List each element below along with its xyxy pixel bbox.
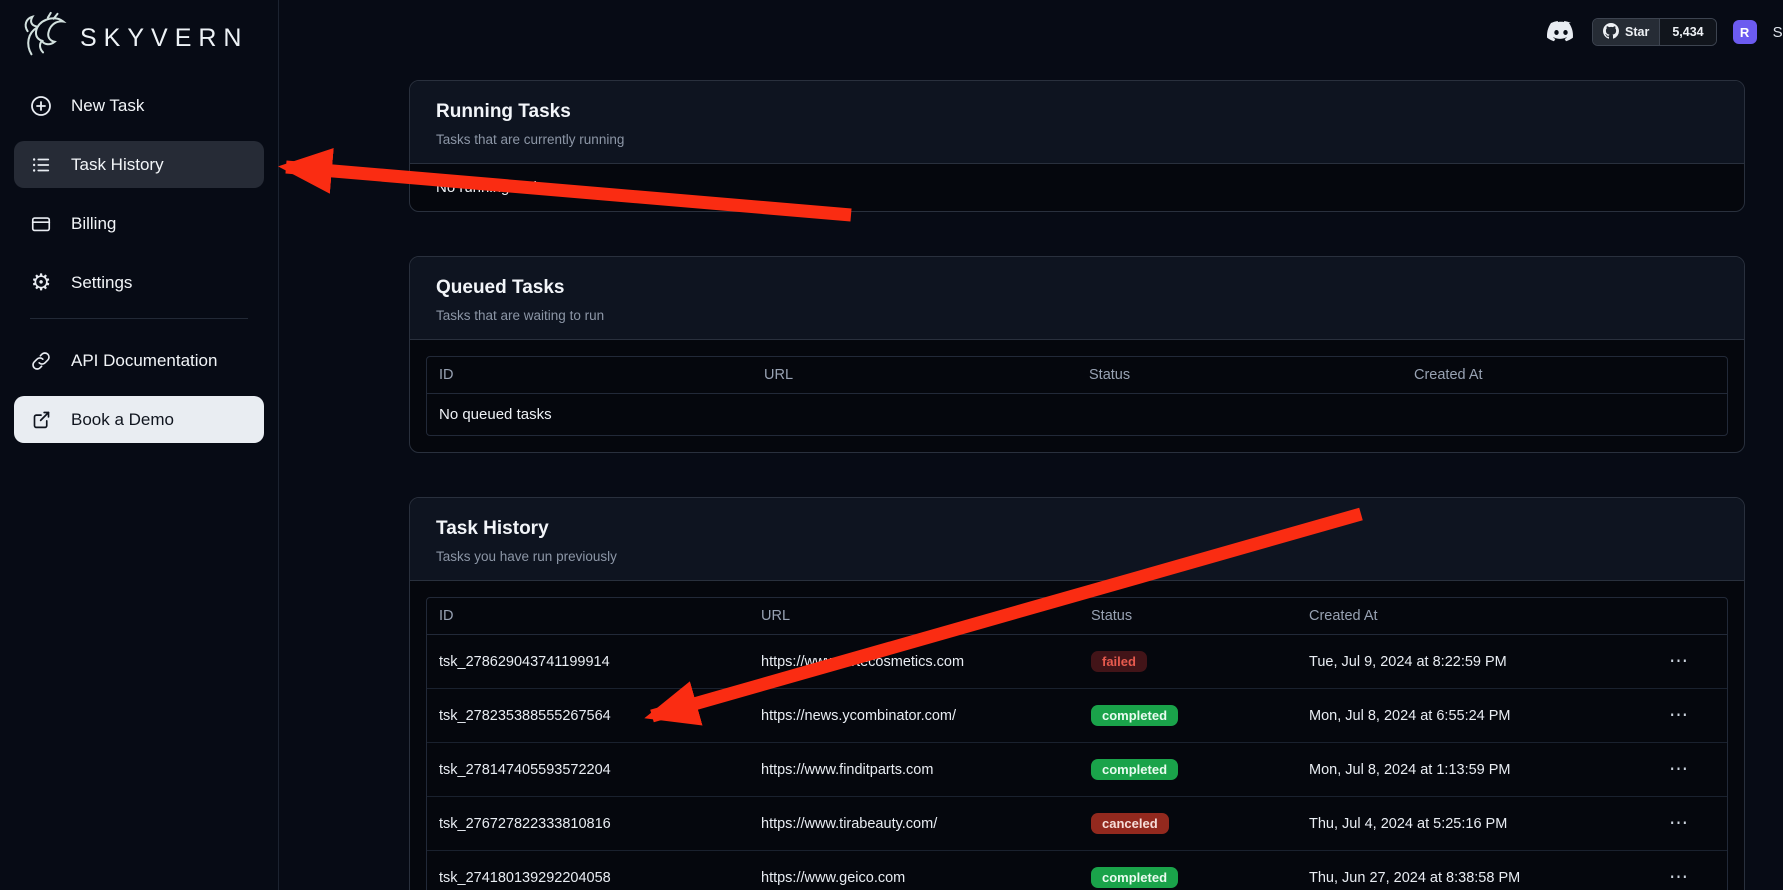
task-url-cell: https://news.ycombinator.com/ <box>749 692 1079 740</box>
sidebar-item-book-a-demo[interactable]: Book a Demo <box>14 396 264 443</box>
skyvern-logo-icon <box>18 10 70 67</box>
task-url-cell: https://www.finditparts.com <box>749 746 1079 794</box>
user-label: S <box>1773 24 1783 41</box>
task-created-cell: Tue, Jul 9, 2024 at 8:22:59 PM <box>1297 638 1657 686</box>
card-subtitle: Tasks that are waiting to run <box>436 308 1718 323</box>
task-created-cell: Thu, Jun 27, 2024 at 8:38:58 PM <box>1297 854 1657 890</box>
github-star-count: 5,434 <box>1659 19 1715 45</box>
running-tasks-empty: No running tasks <box>410 164 1744 211</box>
plus-circle-icon <box>29 94 53 118</box>
task-history-table: ID URL Status Created At tsk_27862904374… <box>426 597 1728 890</box>
discord-icon[interactable] <box>1546 20 1576 44</box>
row-actions-button[interactable]: ⋯ <box>1669 760 1688 779</box>
status-badge: canceled <box>1091 813 1169 834</box>
table-row[interactable]: tsk_278629043741199914 https://www.tarte… <box>427 635 1727 689</box>
topbar: Star 5,434 R S <box>1546 18 1783 46</box>
task-created-cell: Thu, Jul 4, 2024 at 5:25:16 PM <box>1297 800 1657 848</box>
card-title: Task History <box>436 518 1718 540</box>
card-subtitle: Tasks that are currently running <box>436 132 1718 147</box>
avatar[interactable]: R <box>1733 20 1757 44</box>
credit-card-icon <box>29 212 53 236</box>
queued-tasks-header: Queued Tasks Tasks that are waiting to r… <box>410 257 1744 340</box>
list-icon <box>29 153 53 177</box>
task-history-card: Task History Tasks you have run previous… <box>409 497 1745 890</box>
column-header-actions <box>1657 606 1729 626</box>
queued-tasks-card: Queued Tasks Tasks that are waiting to r… <box>409 256 1745 453</box>
task-history-header: Task History Tasks you have run previous… <box>410 498 1744 581</box>
github-icon <box>1603 23 1619 42</box>
card-subtitle: Tasks you have run previously <box>436 549 1718 564</box>
sidebar-item-task-history[interactable]: Task History <box>14 141 264 188</box>
card-title: Running Tasks <box>436 101 1718 123</box>
gear-icon: ⚙ <box>29 271 53 295</box>
link-icon <box>29 349 53 373</box>
column-header-status: Status <box>1079 598 1297 634</box>
status-badge: completed <box>1091 705 1178 726</box>
sidebar-item-new-task[interactable]: New Task <box>14 82 264 129</box>
column-header-id: ID <box>427 357 752 393</box>
status-badge: failed <box>1091 651 1147 672</box>
running-tasks-header: Running Tasks Tasks that are currently r… <box>410 81 1744 164</box>
brand-name: SKYVERN <box>80 24 248 53</box>
sidebar-nav: New Task Task History Billing ⚙ Settings <box>0 72 278 443</box>
task-id-cell: tsk_278235388555267564 <box>427 692 749 740</box>
external-link-icon <box>29 408 53 432</box>
sidebar-item-label: Billing <box>71 214 116 234</box>
table-header-row: ID URL Status Created At <box>427 357 1727 394</box>
column-header-url: URL <box>752 357 1077 393</box>
column-header-created-at: Created At <box>1402 357 1727 393</box>
task-id-cell: tsk_278629043741199914 <box>427 638 749 686</box>
row-actions-button[interactable]: ⋯ <box>1669 814 1688 833</box>
column-header-id: ID <box>427 598 749 634</box>
task-url-cell: https://www.geico.com <box>749 854 1079 890</box>
sidebar-item-billing[interactable]: Billing <box>14 200 264 247</box>
queued-tasks-table: ID URL Status Created At No queued tasks <box>426 356 1728 436</box>
column-header-url: URL <box>749 598 1079 634</box>
status-badge: completed <box>1091 759 1178 780</box>
row-actions-button[interactable]: ⋯ <box>1669 868 1688 887</box>
table-row[interactable]: tsk_278235388555267564 https://news.ycom… <box>427 689 1727 743</box>
row-actions-button[interactable]: ⋯ <box>1669 652 1688 671</box>
column-header-created-at: Created At <box>1297 598 1657 634</box>
running-tasks-card: Running Tasks Tasks that are currently r… <box>409 80 1745 212</box>
task-created-cell: Mon, Jul 8, 2024 at 6:55:24 PM <box>1297 692 1657 740</box>
table-row[interactable]: tsk_278147405593572204 https://www.findi… <box>427 743 1727 797</box>
table-header-row: ID URL Status Created At <box>427 598 1727 635</box>
github-star-label: Star <box>1625 25 1649 39</box>
table-row[interactable]: tsk_276727822333810816 https://www.tirab… <box>427 797 1727 851</box>
sidebar-item-label: New Task <box>71 96 144 116</box>
task-id-cell: tsk_274180139292204058 <box>427 854 749 890</box>
github-star-widget[interactable]: Star 5,434 <box>1592 18 1717 46</box>
sidebar-item-label: Settings <box>71 273 132 293</box>
status-badge: completed <box>1091 867 1178 888</box>
sidebar-item-api-documentation[interactable]: API Documentation <box>14 337 264 384</box>
sidebar-item-label: Task History <box>71 155 164 175</box>
row-actions-button[interactable]: ⋯ <box>1669 706 1688 725</box>
brand: SKYVERN <box>0 0 278 72</box>
task-id-cell: tsk_276727822333810816 <box>427 800 749 848</box>
task-url-cell: https://www.tirabeauty.com/ <box>749 800 1079 848</box>
task-url-cell: https://www.tartecosmetics.com <box>749 638 1079 686</box>
sidebar: SKYVERN New Task Task History <box>0 0 279 890</box>
queued-tasks-empty: No queued tasks <box>427 394 1727 435</box>
task-id-cell: tsk_278147405593572204 <box>427 746 749 794</box>
column-header-status: Status <box>1077 357 1402 393</box>
table-row[interactable]: tsk_274180139292204058 https://www.geico… <box>427 851 1727 890</box>
main-content: Running Tasks Tasks that are currently r… <box>279 0 1783 890</box>
sidebar-divider <box>30 318 248 319</box>
task-created-cell: Mon, Jul 8, 2024 at 1:13:59 PM <box>1297 746 1657 794</box>
sidebar-item-label: API Documentation <box>71 351 217 371</box>
sidebar-item-label: Book a Demo <box>71 410 174 430</box>
sidebar-item-settings[interactable]: ⚙ Settings <box>14 259 264 306</box>
card-title: Queued Tasks <box>436 277 1718 299</box>
